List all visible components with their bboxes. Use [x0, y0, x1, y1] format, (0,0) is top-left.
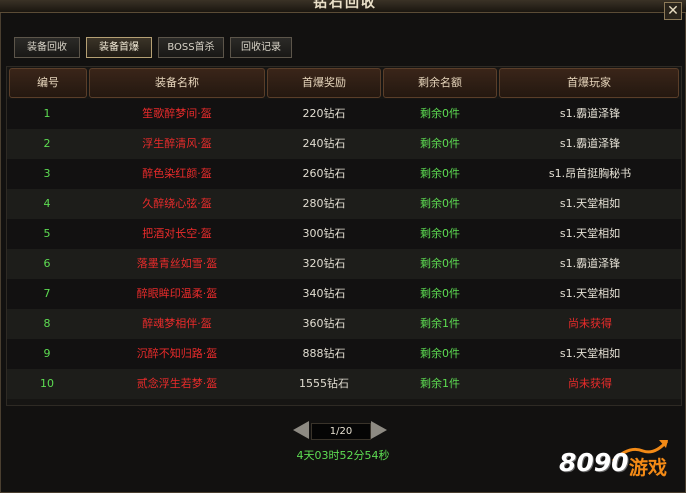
- header-number: 编号: [9, 68, 87, 98]
- cell-player: s1.天堂相如: [559, 227, 621, 240]
- cell-player: s1.天堂相如: [559, 347, 621, 360]
- table-row: 9 沉醉不知归路·盔 888钻石 剩余0件 s1.天堂相如: [7, 339, 681, 369]
- table-row: 6 落墨青丝如雪·盔 320钻石 剩余0件 s1.霸道泽锋: [7, 249, 681, 279]
- cell-reward: 320钻石: [302, 257, 346, 270]
- cell-player: s1.天堂相如: [559, 197, 621, 210]
- cell-remaining: 剩余1件: [420, 377, 460, 390]
- cell-equipment-name: 贰念浮生若梦·盔: [136, 377, 218, 390]
- cell-reward: 260钻石: [302, 167, 346, 180]
- countdown-timer: 4天03时52分54秒: [296, 449, 390, 462]
- cell-remaining: 剩余0件: [420, 197, 460, 210]
- cell-player: s1.昂首挺胸秘书: [548, 167, 632, 180]
- tab-recycle-record[interactable]: 回收记录: [230, 37, 292, 58]
- cell-remaining: 剩余0件: [420, 167, 460, 180]
- tab-equipment-first-drop[interactable]: 装备首爆: [86, 37, 152, 58]
- cell-reward: 240钻石: [302, 137, 346, 150]
- logo-number: 8090: [559, 448, 629, 477]
- cell-reward: 888钻石: [302, 347, 346, 360]
- cell-equipment-name: 久醉绕心弦·盔: [142, 197, 212, 210]
- cell-equipment-name: 沉醉不知归路·盔: [136, 347, 218, 360]
- cell-remaining: 剩余1件: [420, 317, 460, 330]
- cell-player: s1.霸道泽锋: [559, 137, 621, 150]
- tab-equipment-recycle[interactable]: 装备回收: [14, 37, 80, 58]
- header-first-drop-player: 首爆玩家: [499, 68, 679, 98]
- table-header: 编号 装备名称 首爆奖励 剩余名额 首爆玩家: [7, 67, 681, 99]
- cell-reward: 280钻石: [302, 197, 346, 210]
- cell-remaining: 剩余0件: [420, 257, 460, 270]
- logo-word: 游戏: [629, 457, 668, 479]
- header-equipment-name: 装备名称: [89, 68, 265, 98]
- table-row: 2 浮生醉清风·盔 240钻石 剩余0件 s1.霸道泽锋: [7, 129, 681, 159]
- page-indicator: 1/20: [311, 423, 371, 440]
- cell-reward: 220钻石: [302, 107, 346, 120]
- cell-player: s1.天堂相如: [559, 287, 621, 300]
- cell-player: 尚未获得: [568, 377, 612, 390]
- pagination: 1/20: [292, 420, 388, 440]
- prev-page-icon[interactable]: [293, 421, 309, 439]
- header-first-drop-reward: 首爆奖励: [267, 68, 381, 98]
- cell-number: 3: [43, 167, 51, 180]
- cell-number: 1: [43, 107, 51, 120]
- site-logo: 8090 游戏: [559, 437, 679, 489]
- cell-number: 8: [43, 317, 51, 330]
- cell-equipment-name: 笙歌醉梦间·盔: [142, 107, 212, 120]
- cell-number: 7: [43, 287, 51, 300]
- table-row: 4 久醉绕心弦·盔 280钻石 剩余0件 s1.天堂相如: [7, 189, 681, 219]
- table-row: 1 笙歌醉梦间·盔 220钻石 剩余0件 s1.霸道泽锋: [7, 99, 681, 129]
- next-page-icon[interactable]: [371, 421, 387, 439]
- tab-boss-first-kill[interactable]: BOSS首杀: [158, 37, 224, 58]
- table-row: 10 贰念浮生若梦·盔 1555钻石 剩余1件 尚未获得: [7, 369, 681, 399]
- cell-remaining: 剩余0件: [420, 347, 460, 360]
- cell-remaining: 剩余0件: [420, 107, 460, 120]
- cell-equipment-name: 醉眼眸印温柔·盔: [136, 287, 218, 300]
- cell-equipment-name: 醉色染红颜·盔: [142, 167, 212, 180]
- cell-reward: 340钻石: [302, 287, 346, 300]
- cell-number: 4: [43, 197, 51, 210]
- table-row: 5 把酒对长空·盔 300钻石 剩余0件 s1.天堂相如: [7, 219, 681, 249]
- cell-remaining: 剩余0件: [420, 287, 460, 300]
- table-row: 8 醉魂梦相伴·盔 360钻石 剩余1件 尚未获得: [7, 309, 681, 339]
- cell-player: 尚未获得: [568, 317, 612, 330]
- table-row: 3 醉色染红颜·盔 260钻石 剩余0件 s1.昂首挺胸秘书: [7, 159, 681, 189]
- cell-remaining: 剩余0件: [420, 137, 460, 150]
- cell-remaining: 剩余0件: [420, 227, 460, 240]
- close-icon[interactable]: ✕: [664, 2, 682, 20]
- cell-player: s1.霸道泽锋: [559, 257, 621, 270]
- window-title: 钻石回收: [313, 0, 377, 11]
- header-remaining-slots: 剩余名额: [383, 68, 497, 98]
- cell-number: 6: [43, 257, 51, 270]
- table-row: 7 醉眼眸印温柔·盔 340钻石 剩余0件 s1.天堂相如: [7, 279, 681, 309]
- cell-number: 9: [43, 347, 51, 360]
- cell-player: s1.霸道泽锋: [559, 107, 621, 120]
- cell-equipment-name: 浮生醉清风·盔: [142, 137, 212, 150]
- cell-reward: 1555钻石: [299, 377, 349, 390]
- cell-equipment-name: 把酒对长空·盔: [142, 227, 212, 240]
- cell-reward: 360钻石: [302, 317, 346, 330]
- cell-number: 2: [43, 137, 51, 150]
- first-drop-table: 编号 装备名称 首爆奖励 剩余名额 首爆玩家 1 笙歌醉梦间·盔 220钻石 剩余0件…: [6, 66, 682, 406]
- cell-equipment-name: 醉魂梦相伴·盔: [142, 317, 212, 330]
- cell-equipment-name: 落墨青丝如雪·盔: [136, 257, 218, 270]
- cell-number: 10: [40, 377, 54, 390]
- title-bar: 钻石回收 ✕: [0, 0, 686, 20]
- cell-reward: 300钻石: [302, 227, 346, 240]
- cell-number: 5: [43, 227, 51, 240]
